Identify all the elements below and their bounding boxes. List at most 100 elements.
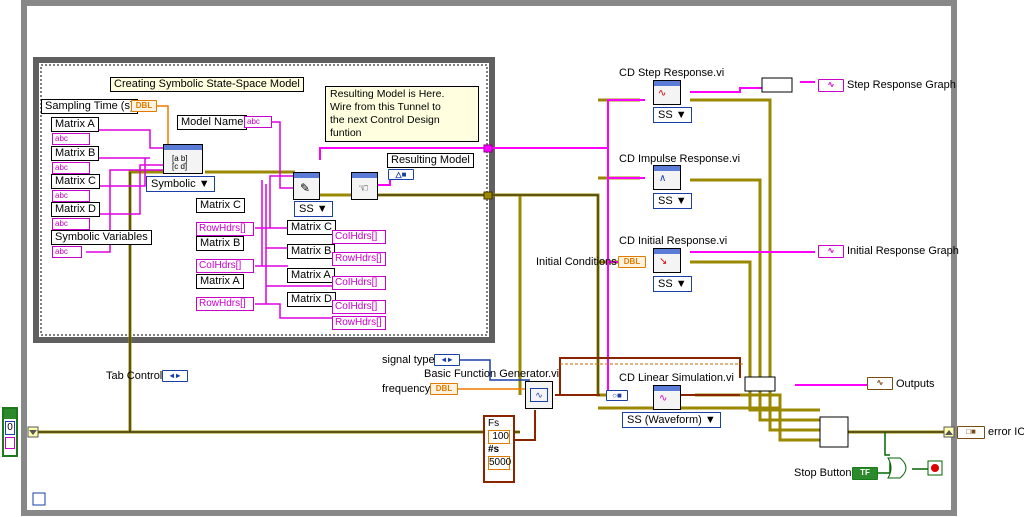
left-node-2-label: Matrix B (196, 236, 245, 251)
left-node-2-prop[interactable]: CoIHdrs[] (196, 259, 254, 273)
step-ss-selector[interactable]: SS ▼ (653, 107, 692, 123)
symbolic-variables-label: Symbolic Variables (51, 230, 152, 245)
counter-value: 0 (5, 421, 15, 435)
build-array-step (761, 77, 793, 93)
initial-response-graph-label: Initial Response Graph (847, 245, 959, 257)
outputs-terminal[interactable]: ∿ (867, 377, 893, 390)
pencil-icon: ✎ (300, 181, 311, 195)
matrix-b-label: Matrix B (51, 146, 100, 161)
or-gate (887, 457, 907, 479)
linear-simulation-vi-label: CD Linear Simulation.vi (619, 372, 734, 384)
left-node-1-label: Matrix C (196, 198, 245, 213)
prop-node-4-label: Matrix D (287, 292, 336, 307)
dropdown-arrow-icon: ▼ (316, 203, 328, 215)
dropdown-arrow-icon: ▼ (704, 414, 716, 426)
step-response-graph-terminal[interactable]: ∿ (818, 79, 844, 92)
initial-conditions-terminal[interactable]: DBL (618, 256, 646, 268)
matrix-icon: [a b] [c d] (172, 154, 188, 171)
iteration-terminal (32, 492, 46, 506)
model-name-terminal[interactable]: abc (244, 116, 272, 128)
matrix-d-terminal[interactable]: abc (52, 218, 90, 230)
sampling-time-terminal[interactable]: DBL (131, 100, 157, 112)
signal-type-terminal[interactable]: ◂ ▸ (434, 354, 460, 366)
ss-selector[interactable]: SS ▼ (294, 201, 333, 217)
build-array-linsim (744, 376, 776, 392)
matrix-b-terminal[interactable]: abc (52, 162, 90, 174)
error-io-label: error IO (988, 426, 1024, 438)
set-model-property-vi[interactable]: ✎ (293, 172, 320, 200)
ns-label: #s (488, 444, 500, 455)
frame-label: Creating Symbolic State-Space Model (110, 77, 304, 92)
linear-simulation-vi[interactable]: ∿ (653, 385, 681, 410)
prop-node-1-p2[interactable]: CoIHdrs[] (332, 230, 386, 244)
resulting-model-label: Resulting Model (387, 153, 474, 168)
waveform-icon: ∿ (530, 388, 548, 402)
matrix-d-label: Matrix D (51, 202, 100, 217)
fs-label: Fs (488, 418, 500, 429)
left-node-1-prop[interactable]: RowHdrs[] (196, 222, 254, 236)
matrix-c-terminal[interactable]: abc (52, 190, 90, 202)
tab-control-terminal[interactable]: ◂ ▸ (162, 370, 188, 382)
stop-button-label: Stop Button (794, 467, 852, 479)
stop-button-terminal[interactable]: TF (852, 467, 878, 480)
model-name-label: Model Name (177, 115, 248, 130)
note-line-3: the next Control Design funtion (330, 114, 440, 139)
note-line-2: Wire from this Tunnel to (330, 101, 441, 113)
initial-plot-icon: ↘ (659, 256, 668, 267)
impulse-ss-selector[interactable]: SS ▼ (653, 193, 692, 209)
matrix-a-label: Matrix A (51, 117, 99, 132)
prop-node-1-label: Matrix C (287, 220, 336, 235)
note-label: Resulting Model is Here. Wire from this … (325, 86, 479, 142)
dropdown-arrow-icon: ▼ (675, 195, 687, 207)
frequency-label: frequency (382, 383, 431, 395)
loop-counter-control[interactable]: 0 (2, 407, 18, 457)
create-ss-model-vi[interactable]: [a b] [c d] (163, 144, 203, 174)
error-io-terminal[interactable]: □■ (957, 426, 985, 439)
basic-function-generator-vi[interactable]: ∿ (525, 381, 553, 409)
step-response-graph-label: Step Response Graph (847, 79, 956, 91)
initial-response-vi-label: CD Initial Response.vi (619, 235, 728, 247)
note-line-1: Resulting Model is Here. (330, 88, 445, 100)
initial-response-vi[interactable]: ↘ (653, 248, 681, 273)
step-plot-icon: ∿ (658, 88, 667, 99)
linsim-plot-icon: ∿ (659, 393, 668, 404)
symbolic-selector[interactable]: Symbolic ▼ (146, 176, 215, 192)
initial-conditions-label: Initial Conditions (536, 256, 617, 268)
resulting-model-terminal[interactable]: △■ (388, 169, 414, 180)
outputs-label: Outputs (896, 378, 935, 390)
hand-icon: ☜ (358, 181, 369, 195)
bfg-label: Basic Function Generator.vi (424, 368, 560, 380)
prop-node-3-p2[interactable]: CoIHdrs[] (332, 276, 386, 290)
counter-flag-icon (4, 409, 16, 419)
frequency-terminal[interactable]: DBL (430, 383, 458, 395)
prop-node-2-label: Matrix B (287, 244, 336, 259)
matrix-a-terminal[interactable]: abc (52, 133, 90, 145)
impulse-plot-icon: ∧ (659, 173, 667, 184)
left-node-3-label: Matrix A (196, 274, 244, 289)
left-node-3-prop[interactable]: RowHdrs[] (196, 297, 254, 311)
prop-node-2-p2[interactable]: RowHdrs[] (332, 252, 386, 266)
impulse-response-vi[interactable]: ∧ (653, 165, 681, 190)
dropdown-arrow-icon: ▼ (675, 278, 687, 290)
prop-node-3-label: Matrix A (287, 268, 335, 283)
dropdown-arrow-icon: ▼ (198, 178, 210, 190)
prop-node-4-p1[interactable]: CoIHdrs[] (332, 300, 386, 314)
initial-response-graph-terminal[interactable]: ∿ (818, 245, 844, 258)
tab-control-label: Tab Control (106, 370, 163, 382)
unbundle-terminal: ○■ (606, 390, 628, 401)
step-response-vi[interactable]: ∿ (653, 80, 681, 105)
symbolic-variables-terminal[interactable]: abc (52, 246, 82, 258)
ss-waveform-selector[interactable]: SS (Waveform) ▼ (622, 412, 721, 428)
sampling-cluster[interactable]: Fs 100 #s 5000 (483, 415, 515, 483)
step-response-vi-label: CD Step Response.vi (619, 67, 725, 79)
dropdown-arrow-icon: ▼ (675, 109, 687, 121)
ns-value[interactable]: 5000 (488, 456, 511, 470)
error-tunnel (483, 191, 493, 200)
model-tunnel (483, 144, 493, 153)
prop-node-4-p2[interactable]: RowHdrs[] (332, 316, 386, 330)
convert-model-vi[interactable]: ☜ (351, 172, 378, 200)
sampling-time-label: Sampling Time (s) (41, 99, 138, 114)
signal-type-label: signal type (382, 354, 435, 366)
fs-value[interactable]: 100 (488, 430, 510, 444)
initial-ss-selector[interactable]: SS ▼ (653, 276, 692, 292)
